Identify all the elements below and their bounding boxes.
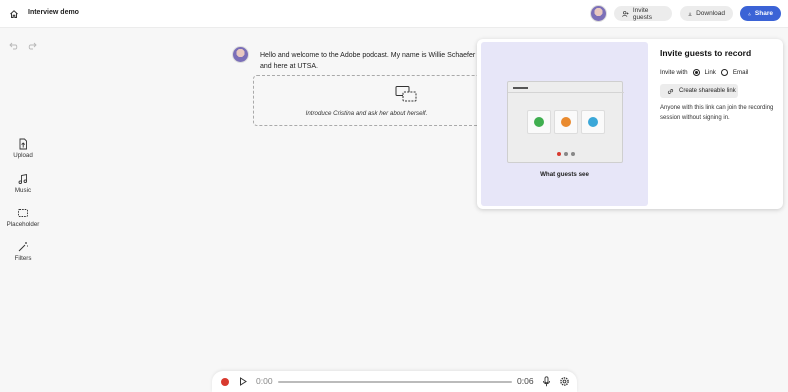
user-icon: [588, 117, 598, 127]
placeholder-text: Introduce Cristina and ask her about her…: [305, 110, 428, 117]
redo-button[interactable]: [27, 42, 37, 53]
placeholder-swap-icon: [395, 86, 417, 102]
invite-with-label: Invite with: [660, 69, 688, 76]
tool-music-label: Music: [14, 187, 32, 194]
preview-caption: What guests see: [540, 171, 589, 178]
transcript-text[interactable]: Hello and welcome to the Adobe podcast. …: [260, 50, 482, 72]
guest-tile: [527, 110, 551, 134]
redo-icon: [28, 42, 37, 50]
tool-music[interactable]: Music: [4, 173, 42, 194]
invite-note: Anyone with this link can join the recor…: [660, 105, 774, 121]
control-dot-icon: [564, 152, 568, 156]
music-icon: [18, 173, 28, 184]
email-radio[interactable]: [720, 69, 728, 76]
current-time: 0:00: [256, 376, 273, 386]
guest-tile: [581, 110, 605, 134]
mockup-title-bar: [513, 87, 528, 89]
create-shareable-link-button[interactable]: Create shareable link: [660, 84, 738, 98]
tool-upload[interactable]: Upload: [4, 138, 42, 159]
guest-tile: [554, 110, 578, 134]
top-bar: Interview demo Invite guests Download Sh…: [0, 0, 788, 28]
invite-guests-popover: What guests see Invite guests to record …: [477, 39, 783, 209]
record-button[interactable]: [221, 378, 229, 386]
link-radio[interactable]: [692, 69, 700, 76]
download-button[interactable]: Download: [680, 6, 733, 21]
speaker-avatar[interactable]: [232, 46, 249, 63]
home-icon: [10, 10, 18, 18]
upload-icon: [19, 138, 27, 150]
playback-scrubber[interactable]: [278, 381, 512, 383]
playback-bar: 0:00 0:06: [212, 371, 577, 392]
home-button[interactable]: [7, 7, 21, 21]
invite-with-row: Invite with Link Email: [660, 69, 748, 76]
user-icon: [534, 117, 544, 127]
email-radio-label[interactable]: Email: [733, 69, 748, 76]
guest-preview: What guests see: [481, 42, 648, 206]
undo-icon: [9, 42, 18, 50]
guest-view-mockup: [507, 81, 624, 163]
play-icon[interactable]: [239, 377, 247, 386]
microphone-icon[interactable]: [542, 376, 551, 387]
invite-guests-label: Invite guests: [632, 6, 652, 21]
mockup-divider: [508, 92, 624, 93]
add-user-icon: [622, 10, 629, 17]
mockup-controls: [557, 152, 575, 156]
link-icon: [667, 88, 674, 94]
total-time: 0:06: [517, 376, 534, 386]
create-link-label: Create shareable link: [679, 88, 736, 94]
document-title: Interview demo: [28, 9, 79, 16]
record-dot-icon: [557, 152, 561, 156]
invite-guests-button[interactable]: Invite guests: [614, 6, 672, 21]
download-icon: [688, 11, 692, 16]
share-icon: [748, 12, 751, 15]
tool-placeholder-label: Placeholder: [6, 221, 40, 228]
magic-wand-icon: [18, 242, 28, 252]
download-label: Download: [696, 10, 725, 17]
user-icon: [561, 117, 571, 127]
user-avatar[interactable]: [590, 5, 607, 22]
tool-placeholder[interactable]: Placeholder: [4, 207, 42, 228]
gear-icon[interactable]: [559, 376, 570, 387]
share-label: Share: [754, 10, 773, 17]
placeholder-block[interactable]: Introduce Cristina and ask her about her…: [253, 75, 483, 126]
share-button[interactable]: Share: [740, 6, 781, 21]
undo-button[interactable]: [9, 42, 19, 53]
invite-panel-title: Invite guests to record: [660, 48, 752, 58]
link-radio-label[interactable]: Link: [705, 69, 716, 76]
tool-filters-label: Filters: [14, 255, 32, 262]
placeholder-icon: [18, 209, 28, 217]
tool-filters[interactable]: Filters: [4, 241, 42, 262]
control-dot-icon: [571, 152, 575, 156]
tool-upload-label: Upload: [13, 152, 33, 159]
